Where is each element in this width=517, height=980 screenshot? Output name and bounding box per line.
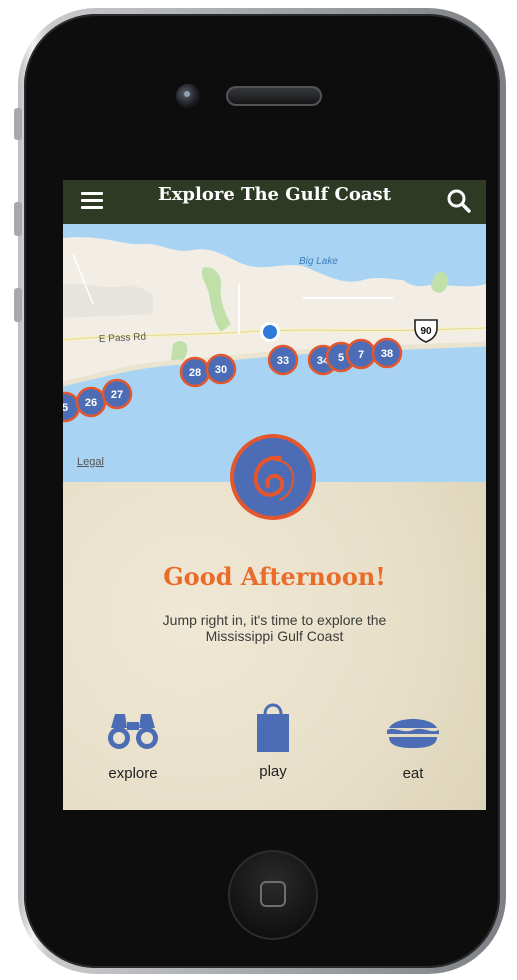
mute-switch xyxy=(14,108,22,140)
road-label: E Pass Rd xyxy=(99,332,147,345)
top-bar: Explore The Gulf Coast xyxy=(63,180,486,224)
map-cluster-count: 26 xyxy=(85,397,97,409)
subtitle-line-2: Mississippi Gulf Coast xyxy=(205,628,344,644)
map-cluster-count: 5 xyxy=(338,352,344,364)
map-cluster-count: 27 xyxy=(111,389,123,401)
map-cluster-count: 7 xyxy=(358,349,364,361)
lake-label: Big Lake xyxy=(299,256,338,267)
legal-link[interactable]: Legal xyxy=(77,456,104,468)
earpiece-speaker xyxy=(226,86,322,106)
greeting-subtitle: Jump right in, it's time to explore the … xyxy=(103,612,446,644)
current-location-dot xyxy=(263,325,277,339)
nav-play[interactable]: play xyxy=(223,703,323,780)
volume-down-button xyxy=(14,288,22,322)
map-cluster-marker[interactable]: 26 xyxy=(75,386,107,418)
volume-up-button xyxy=(14,202,22,236)
map-cluster-count: 5 xyxy=(63,402,68,414)
map-cluster-count: 38 xyxy=(381,348,393,360)
nav-eat-label: eat xyxy=(402,765,424,782)
home-button[interactable] xyxy=(228,850,318,940)
nav-play-label: play xyxy=(259,763,287,780)
sandwich-icon xyxy=(387,719,439,748)
map-cluster-marker[interactable]: 38 xyxy=(371,337,403,369)
map-cluster-marker[interactable]: 28 xyxy=(179,356,211,388)
front-camera xyxy=(176,84,200,108)
highway-label: 90 xyxy=(420,326,432,337)
search-icon[interactable] xyxy=(446,188,472,214)
nav-eat[interactable]: eat xyxy=(363,710,463,782)
map-cluster-marker[interactable]: 27 xyxy=(101,378,133,410)
subtitle-line-1: Jump right in, it's time to explore the xyxy=(162,612,387,628)
map-cluster-marker[interactable]: 30 xyxy=(205,353,237,385)
map-cluster-marker[interactable]: 33 xyxy=(267,344,299,376)
map-cluster-count: 28 xyxy=(189,367,201,379)
brand-logo xyxy=(234,438,312,516)
shopping-bag-icon xyxy=(257,703,289,752)
home-square-icon xyxy=(260,881,286,907)
hamburger-menu-icon[interactable] xyxy=(81,192,103,210)
map-cluster-marker[interactable]: 7 xyxy=(345,338,377,370)
page-title: Explore The Gulf Coast xyxy=(157,184,392,205)
land-patch-left xyxy=(63,283,153,318)
logo-swirl-icon xyxy=(253,455,295,501)
nav-explore-label: explore xyxy=(108,765,158,782)
greeting-heading: Good Afternoon! xyxy=(163,562,386,591)
nav-explore[interactable]: explore xyxy=(83,710,183,782)
park-1 xyxy=(201,267,231,332)
map-cluster-count: 30 xyxy=(215,364,227,376)
map-cluster-count: 33 xyxy=(277,355,289,367)
app-screen: Explore The Gulf Coast Big Lake E Pass R… xyxy=(63,180,486,810)
binoculars-icon xyxy=(108,714,158,749)
